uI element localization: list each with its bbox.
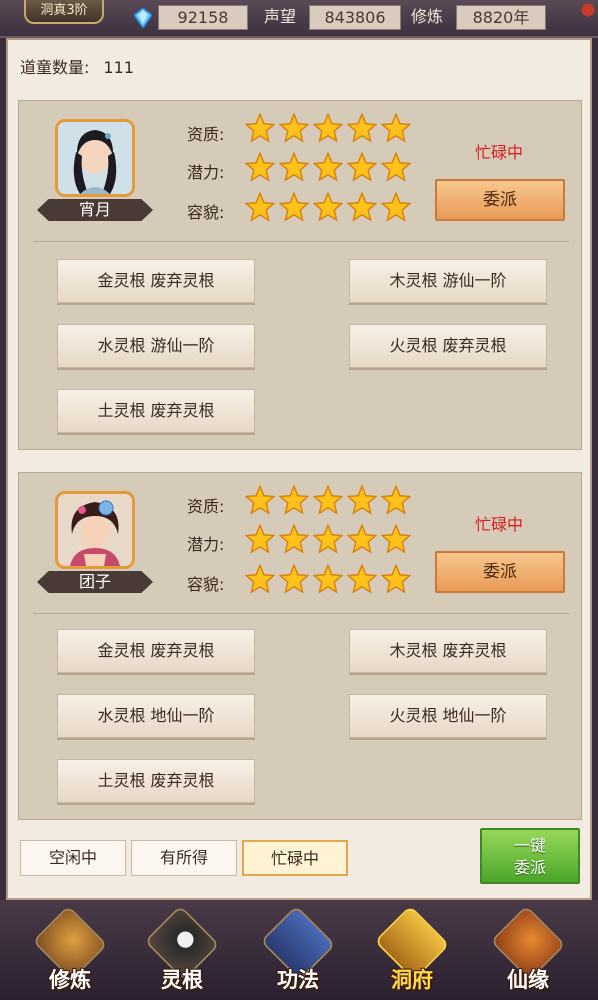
nav-technique[interactable]: 功法	[252, 905, 344, 998]
potential-label: 潜力:	[187, 535, 225, 554]
star-icon	[279, 524, 309, 554]
star-icon	[381, 485, 411, 515]
nav-cultivation[interactable]: 修炼	[24, 905, 116, 998]
servant-portrait[interactable]	[55, 119, 135, 197]
filter-busy[interactable]: 忙碌中	[242, 840, 348, 876]
star-icon	[313, 524, 343, 554]
star-icon	[279, 485, 309, 515]
potential-stars	[245, 524, 411, 554]
potential-label: 潜力:	[187, 163, 225, 182]
aptitude-stars	[245, 113, 411, 143]
divider	[33, 613, 569, 614]
fire-root-button[interactable]: 火灵根 地仙一阶	[349, 694, 547, 738]
star-icon	[245, 485, 275, 515]
nav-label: 灵根	[161, 968, 203, 992]
star-icon	[313, 152, 343, 182]
star-icon	[245, 564, 275, 594]
star-icon	[245, 113, 275, 143]
star-icon	[279, 192, 309, 222]
appearance-stars	[245, 192, 411, 222]
metal-root-button[interactable]: 金灵根 废弃灵根	[57, 259, 255, 303]
star-icon	[279, 564, 309, 594]
star-icon	[381, 524, 411, 554]
nav-label: 修炼	[49, 968, 91, 992]
dispatch-button[interactable]: 委派	[435, 179, 565, 221]
water-root-button[interactable]: 水灵根 地仙一阶	[57, 694, 255, 738]
star-icon	[347, 485, 377, 515]
servant-name: 宵月	[37, 199, 153, 221]
water-root-button[interactable]: 水灵根 游仙一阶	[57, 324, 255, 368]
aptitude-label: 资质:	[187, 125, 225, 144]
servant-panel: 道童数量: 111 宵月 资质: 潜力: 容貌: 忙碌中 委派 金灵根 废弃灵根…	[6, 38, 592, 900]
busy-status: 忙碌中	[475, 515, 524, 534]
avatar	[58, 122, 132, 194]
servant-count-label: 道童数量:	[20, 58, 90, 77]
star-icon	[313, 564, 343, 594]
star-icon	[313, 192, 343, 222]
top-bar: 洞真3阶 92158 声望 843806 修炼 8820年	[0, 0, 598, 38]
servant-portrait[interactable]	[55, 491, 135, 569]
star-icon	[245, 524, 275, 554]
rank-badge: 洞真3阶	[24, 0, 104, 24]
appearance-label: 容貌:	[187, 575, 225, 594]
reputation-value: 843806	[309, 5, 401, 30]
nav-label: 仙缘	[507, 968, 549, 992]
lantern-decoration	[558, 0, 598, 38]
servant-card: 团子 资质: 潜力: 容貌: 忙碌中 委派 金灵根 废弃灵根 木灵根 废弃灵根 …	[18, 472, 582, 820]
earth-root-button[interactable]: 土灵根 废弃灵根	[57, 389, 255, 433]
star-icon	[347, 192, 377, 222]
star-icon	[279, 152, 309, 182]
wood-root-button[interactable]: 木灵根 废弃灵根	[349, 629, 547, 673]
star-icon	[381, 192, 411, 222]
nav-cave-abode[interactable]: 洞府	[366, 905, 458, 998]
star-icon	[313, 113, 343, 143]
servant-count: 道童数量: 111	[20, 54, 134, 78]
one-click-line1: 一键	[513, 836, 546, 855]
nav-spirit-root[interactable]: 灵根	[136, 905, 228, 998]
busy-status: 忙碌中	[475, 143, 524, 162]
appearance-label: 容貌:	[187, 203, 225, 222]
cultivation-label: 修炼	[411, 7, 444, 26]
nav-immortal-fate[interactable]: 仙缘	[482, 905, 574, 998]
star-icon	[381, 113, 411, 143]
aptitude-label: 资质:	[187, 497, 225, 516]
servant-count-value: 111	[103, 58, 134, 77]
wood-root-button[interactable]: 木灵根 游仙一阶	[349, 259, 547, 303]
earth-root-button[interactable]: 土灵根 废弃灵根	[57, 759, 255, 803]
one-click-dispatch-button[interactable]: 一键 委派	[480, 828, 580, 884]
divider	[33, 241, 569, 242]
appearance-stars	[245, 564, 411, 594]
fire-root-button[interactable]: 火灵根 废弃灵根	[349, 324, 547, 368]
aptitude-stars	[245, 485, 411, 515]
reputation-label: 声望	[264, 7, 297, 26]
cultivation-value: 8820年	[456, 5, 546, 30]
avatar	[58, 494, 132, 566]
nav-label: 功法	[277, 968, 319, 992]
star-icon	[245, 152, 275, 182]
star-icon	[347, 113, 377, 143]
gems-value: 92158	[158, 5, 248, 30]
one-click-line2: 委派	[513, 858, 546, 877]
dispatch-button[interactable]: 委派	[435, 551, 565, 593]
star-icon	[381, 152, 411, 182]
servant-card: 宵月 资质: 潜力: 容貌: 忙碌中 委派 金灵根 废弃灵根 木灵根 游仙一阶 …	[18, 100, 582, 450]
servant-name: 团子	[37, 571, 153, 593]
bottom-nav: 修炼 灵根 功法 洞府 仙缘	[0, 900, 598, 1000]
star-icon	[381, 564, 411, 594]
star-icon	[347, 152, 377, 182]
star-icon	[347, 564, 377, 594]
star-icon	[313, 485, 343, 515]
star-icon	[347, 524, 377, 554]
filter-rewarded[interactable]: 有所得	[131, 840, 237, 876]
potential-stars	[245, 152, 411, 182]
gem-icon	[134, 8, 152, 28]
filter-idle[interactable]: 空闲中	[20, 840, 126, 876]
star-icon	[245, 192, 275, 222]
star-icon	[279, 113, 309, 143]
nav-label: 洞府	[391, 968, 433, 992]
metal-root-button[interactable]: 金灵根 废弃灵根	[57, 629, 255, 673]
